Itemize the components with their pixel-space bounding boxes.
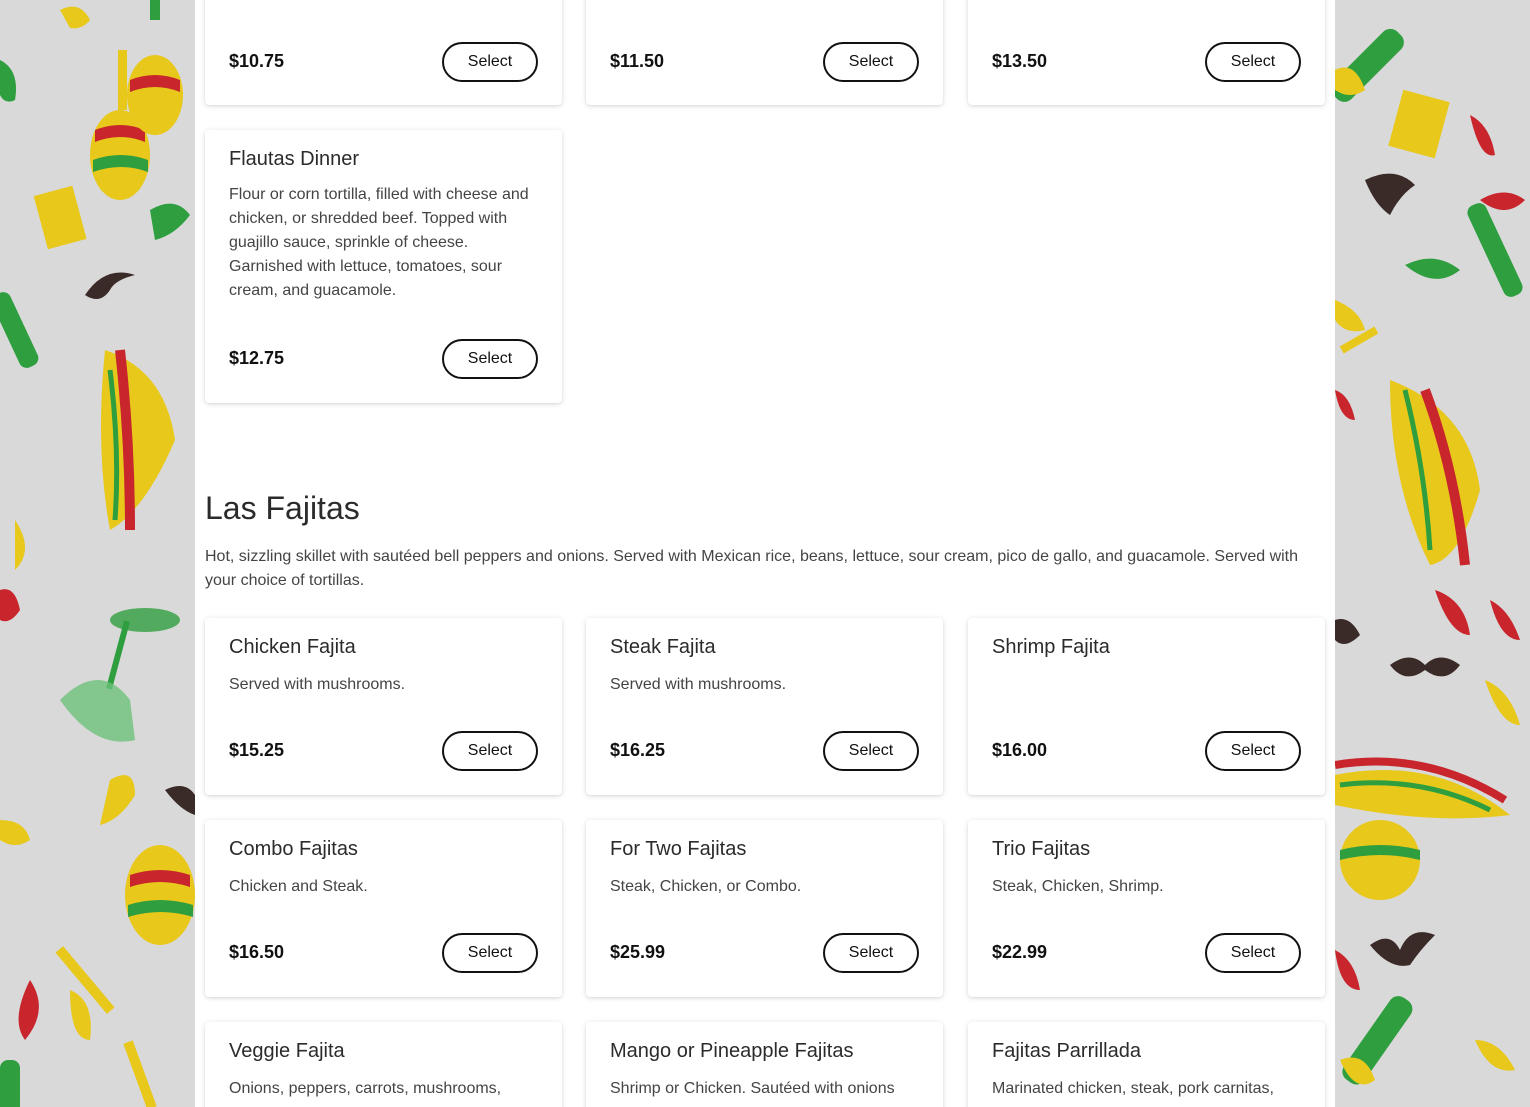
menu-item-card: Flautas Dinner Flour or corn tortilla, f… (205, 130, 562, 403)
select-button[interactable]: Select (1205, 731, 1301, 771)
cheese-icon (33, 185, 87, 250)
menu-item-card: Fajitas Parrillada Marinated chicken, st… (968, 1022, 1325, 1107)
item-description: Onions, peppers, carrots, mushrooms, (229, 1080, 502, 1097)
background-pattern-right (1335, 0, 1530, 1107)
item-price: $11.50 (610, 51, 665, 71)
item-name: Chicken Fajita (229, 636, 356, 658)
menu-item-card: For Two Fajitas Steak, Chicken, or Combo… (586, 820, 943, 997)
menu-item-card: Shrimp Fajita $16.00 Select (968, 618, 1325, 795)
item-description: Chicken and Steak. (229, 878, 368, 895)
item-description: Marinated chicken, steak, pork carnitas, (992, 1080, 1274, 1097)
select-button[interactable]: Select (442, 339, 538, 379)
menu-item-card: Mango or Pineapple Fajitas Shrimp or Chi… (586, 1022, 943, 1107)
item-price: $15.25 (229, 740, 285, 760)
select-button[interactable]: Select (442, 933, 538, 973)
item-description: Served with mushrooms. (610, 676, 787, 693)
item-name: Combo Fajitas (229, 838, 358, 860)
section-description: Hot, sizzling skillet with sautéed bell … (205, 548, 1299, 589)
select-button[interactable]: Select (823, 933, 919, 973)
select-button[interactable]: Select (442, 42, 538, 82)
select-button[interactable]: Select (1205, 933, 1301, 973)
sombrero-icon (1335, 380, 1510, 900)
menu-item-card: $10.75 Select (205, 0, 562, 105)
select-button[interactable]: Select (442, 731, 538, 771)
item-name: Trio Fajitas (992, 838, 1091, 860)
item-price: $16.00 (992, 740, 1048, 760)
item-description: Flour or corn tortilla, filled with chee… (229, 186, 529, 299)
cheese-icon (1388, 89, 1450, 159)
mexican-pattern-left (0, 0, 195, 1107)
item-price: $16.50 (229, 942, 285, 962)
menu-item-card: $11.50 Select (586, 0, 943, 105)
item-price: $22.99 (992, 942, 1048, 962)
item-price: $12.75 (229, 348, 285, 368)
menu-item-card: Combo Fajitas Chicken and Steak. $16.50 … (205, 820, 562, 997)
menu-item-card: Chicken Fajita Served with mushrooms. $1… (205, 618, 562, 795)
item-description: Steak, Chicken, Shrimp. (992, 878, 1164, 895)
item-name: Shrimp Fajita (992, 636, 1110, 658)
item-price: $10.75 (229, 51, 285, 71)
item-price: $25.99 (610, 942, 666, 962)
menu-item-card: Veggie Fajita Onions, peppers, carrots, … (205, 1022, 562, 1107)
item-name: Mango or Pineapple Fajitas (610, 1040, 854, 1062)
item-description: Steak, Chicken, or Combo. (610, 878, 802, 895)
menu-content: $10.75 Select $11.50 Select $13.50 Selec… (195, 0, 1335, 1107)
item-price: $16.25 (610, 740, 666, 760)
select-button[interactable]: Select (823, 731, 919, 771)
item-description: Served with mushrooms. (229, 676, 406, 693)
margarita-glass-icon (60, 608, 180, 742)
menu-item-card: $13.50 Select (968, 0, 1325, 105)
mexican-pattern-right (1335, 28, 1525, 1085)
item-price: $13.50 (992, 51, 1048, 71)
item-name: Veggie Fajita (229, 1040, 345, 1062)
item-description: Shrimp or Chicken. Sautéed with onions (610, 1080, 895, 1097)
select-button[interactable]: Select (1205, 42, 1301, 82)
menu-item-card: Trio Fajitas Steak, Chicken, Shrimp. $22… (968, 820, 1325, 997)
item-name: Flautas Dinner (229, 148, 360, 170)
background-pattern-left (0, 0, 195, 1107)
item-name: Steak Fajita (610, 636, 716, 658)
chili-pepper-icon (1335, 67, 1525, 1085)
section-title: Las Fajitas (205, 490, 360, 526)
select-button[interactable]: Select (823, 42, 919, 82)
menu-item-card: Steak Fajita Served with mushrooms. $16.… (586, 618, 943, 795)
item-name: Fajitas Parrillada (992, 1040, 1141, 1062)
item-name: For Two Fajitas (610, 838, 747, 860)
sombrero-icon (101, 349, 175, 531)
